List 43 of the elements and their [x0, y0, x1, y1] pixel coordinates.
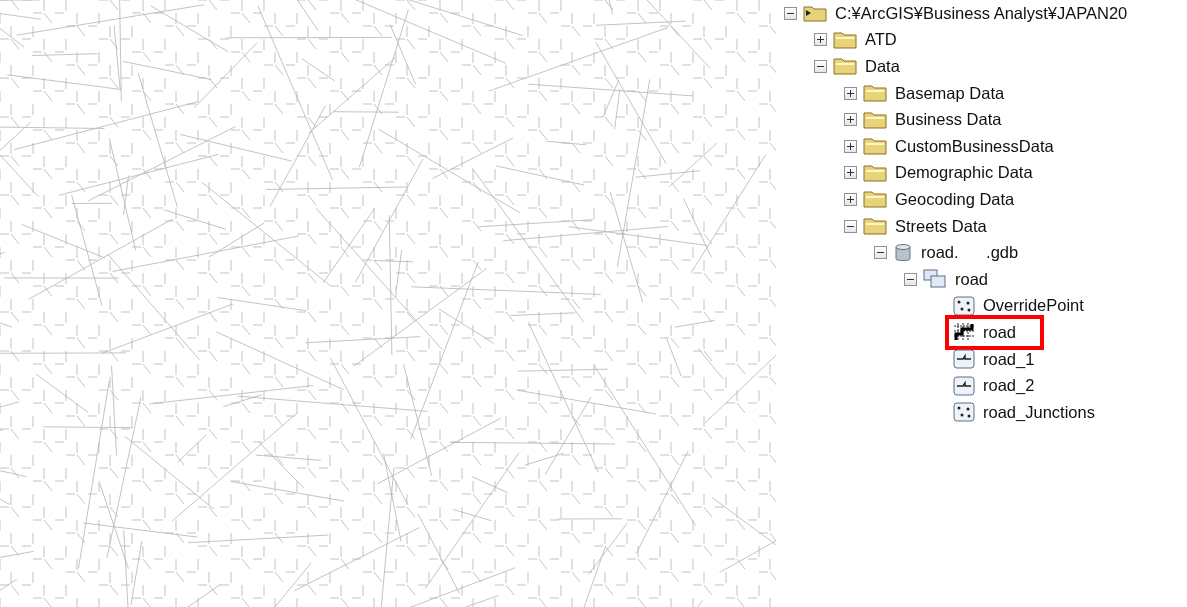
database-icon [893, 242, 913, 263]
network-grid-icon [953, 322, 975, 343]
dataset-icon [923, 269, 947, 290]
tree-item[interactable]: road_2 [979, 374, 1039, 398]
folder-icon [863, 163, 887, 182]
expand-icon[interactable] [844, 139, 857, 153]
tree-item[interactable]: Streets Data [891, 214, 991, 238]
tree-item[interactable]: road_1 [979, 347, 1039, 371]
tree-item[interactable]: road [951, 267, 993, 291]
tree-item[interactable]: Basemap Data [891, 81, 1009, 105]
point-layer-icon [953, 402, 975, 423]
collapse-icon[interactable] [904, 272, 917, 286]
tree-item[interactable]: road [979, 320, 1021, 344]
collapse-icon[interactable] [814, 60, 827, 73]
tree-item[interactable]: C:¥ArcGIS¥Business Analyst¥JAPAN20 [831, 1, 1132, 25]
collapse-icon[interactable] [874, 246, 887, 260]
collapse-icon[interactable] [844, 219, 857, 233]
line-layer-icon [953, 349, 975, 369]
point-layer-icon [953, 295, 975, 316]
line-layer-icon [953, 375, 975, 396]
tree-item[interactable]: road_Junctions [979, 400, 1099, 424]
folder-icon [833, 57, 857, 76]
tree-item[interactable]: OverridePoint [979, 294, 1088, 318]
tree-item[interactable]: ATD [861, 28, 901, 52]
folder-icon [803, 4, 827, 23]
expand-icon[interactable] [844, 113, 857, 127]
folder-icon [833, 30, 857, 49]
expand-icon[interactable] [844, 86, 857, 100]
tree-item[interactable]: road. .gdb [917, 241, 1023, 265]
tree-item[interactable]: CustomBusinessData [891, 134, 1058, 158]
tree-item[interactable]: Geocoding Data [891, 187, 1019, 211]
expand-icon[interactable] [844, 192, 857, 206]
expand-icon[interactable] [814, 33, 827, 47]
tree-item[interactable]: Business Data [891, 108, 1006, 132]
folder-icon [863, 190, 887, 209]
folder-icon [863, 110, 887, 129]
expand-icon[interactable] [844, 166, 857, 180]
folder-icon [863, 137, 887, 156]
folder-icon [863, 84, 887, 103]
tree-item[interactable]: Data [861, 55, 904, 78]
tree-item[interactable]: Demographic Data [891, 161, 1037, 185]
folder-icon [863, 217, 887, 236]
collapse-icon[interactable] [784, 6, 797, 20]
